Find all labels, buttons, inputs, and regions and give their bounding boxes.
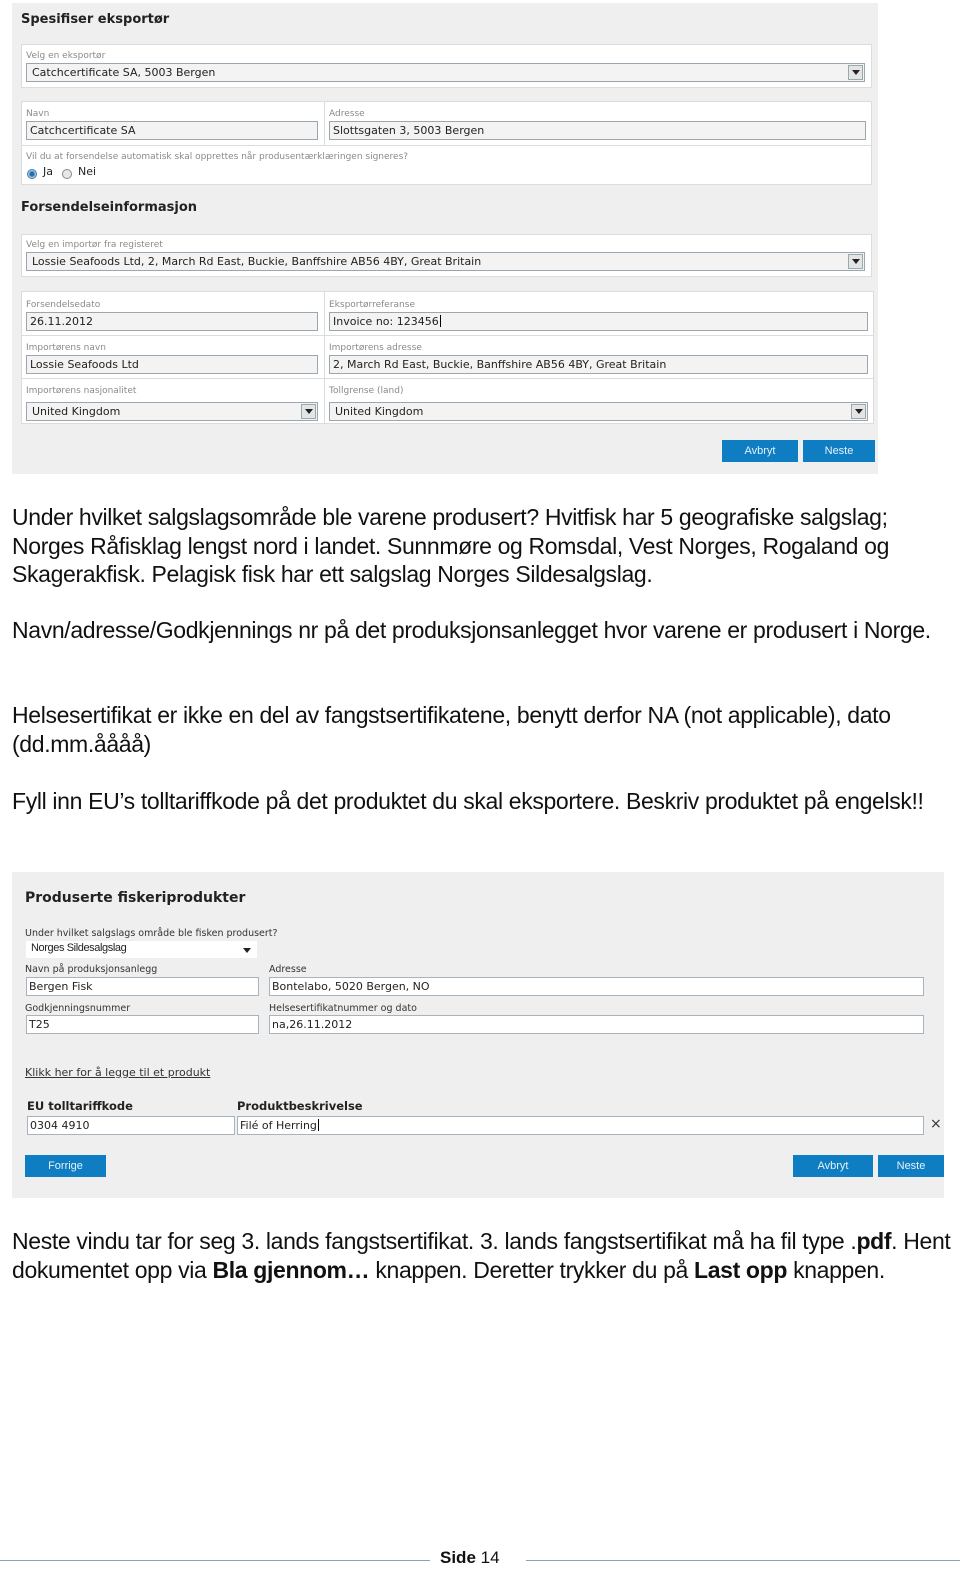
- importer-select-label: Velg en importør fra registeret: [26, 240, 163, 250]
- exporter-select-value: Catchcertificate SA, 5003 Bergen: [32, 66, 216, 79]
- exporter-select[interactable]: Catchcertificate SA, 5003 Bergen: [26, 63, 865, 82]
- radio-nei-label: Nei: [78, 165, 97, 178]
- chevron-down-icon[interactable]: [848, 65, 863, 80]
- sales-area-value: Norges Sildesalgslag: [31, 942, 127, 954]
- next-button[interactable]: Neste: [878, 1155, 944, 1177]
- shipment-details-panel: Forsendelsedato 26.11.2012 Eksportørrefe…: [21, 291, 874, 424]
- footer-rule-left: [0, 1560, 430, 1561]
- remove-product-icon[interactable]: ×: [930, 1116, 942, 1132]
- shipment-section-title: Forsendelseinformasjon: [21, 200, 198, 215]
- cancel-button[interactable]: Avbryt: [722, 440, 798, 462]
- customs-border-label: Tollgrense (land): [329, 386, 404, 396]
- instruction-paragraph-next-window: Neste vindu tar for seg 3. lands fangsts…: [12, 1227, 952, 1284]
- health-cert-label: Helsesertifikatnummer og dato: [269, 1003, 417, 1014]
- exporter-reference-label: Eksportørreferanse: [329, 300, 415, 310]
- cancel-button[interactable]: Avbryt: [793, 1155, 873, 1177]
- importer-nationality-value: United Kingdom: [32, 405, 121, 418]
- previous-button[interactable]: Forrige: [25, 1155, 106, 1177]
- shipment-date-label: Forsendelsedato: [26, 300, 101, 310]
- sales-area-label: Under hvilket salgslags område ble fiske…: [25, 928, 278, 939]
- importer-address-label: Importørens adresse: [329, 343, 422, 353]
- bold-text-browse: Bla gjennom…: [212, 1256, 370, 1283]
- importer-address-field[interactable]: 2, March Rd East, Buckie, Banffshire AB5…: [329, 355, 868, 374]
- exporter-details-panel: Navn Catchcertificate SA Adresse Slottsg…: [21, 101, 872, 185]
- chevron-down-icon[interactable]: [243, 948, 251, 953]
- text-run: Neste vindu tar for seg 3. lands fangsts…: [12, 1228, 857, 1254]
- row-divider: [22, 335, 873, 336]
- approval-number-field[interactable]: T25: [26, 1015, 259, 1034]
- page-number: Side 14: [440, 1548, 520, 1568]
- approval-number-label: Godkjenningsnummer: [25, 1003, 131, 1014]
- bold-text-upload: Last opp: [694, 1256, 788, 1283]
- sales-area-select[interactable]: Norges Sildesalgslag: [26, 941, 257, 958]
- radio-nei[interactable]: [62, 169, 72, 179]
- exporter-reference-value: Invoice no: 123456: [333, 315, 439, 328]
- importer-nationality-select[interactable]: United Kingdom: [26, 402, 318, 421]
- importer-name-label: Importørens navn: [26, 343, 106, 353]
- shipment-date-field[interactable]: 26.11.2012: [26, 312, 318, 331]
- exporter-name-field[interactable]: Catchcertificate SA: [26, 121, 318, 140]
- instruction-paragraph-sales-area: Under hvilket salgslagsområde ble varene…: [12, 504, 890, 587]
- text-run: knappen. Deretter trykker du på: [369, 1256, 694, 1283]
- exporter-address-field[interactable]: Slottsgaten 3, 5003 Bergen: [329, 121, 866, 140]
- exporter-name-label: Navn: [26, 109, 50, 119]
- tariff-code-field[interactable]: 0304 4910: [27, 1116, 235, 1135]
- customs-border-value: United Kingdom: [335, 405, 424, 418]
- row-divider: [22, 378, 873, 379]
- instruction-paragraph-plant: Navn/adresse/Godkjennings nr på det prod…: [12, 617, 931, 643]
- chevron-down-icon[interactable]: [301, 404, 316, 419]
- page-prefix: Side: [440, 1548, 476, 1567]
- importer-select[interactable]: Lossie Seafoods Ltd, 2, March Rd East, B…: [26, 252, 865, 271]
- exporter-form-screenshot: Spesifiser eksportør Velg en eksportør C…: [12, 3, 878, 474]
- column-divider: [324, 102, 325, 145]
- importer-name-field[interactable]: Lossie Seafoods Ltd: [26, 355, 318, 374]
- instruction-paragraph-health-cert: Helsesertifikat er ikke en del av fangst…: [12, 702, 891, 757]
- importer-nationality-label: Importørens nasjonalitet: [26, 386, 137, 396]
- text-cursor: [439, 315, 441, 327]
- exporter-select-label: Velg en eksportør: [26, 51, 106, 61]
- text-cursor: [317, 1119, 319, 1131]
- chevron-down-icon[interactable]: [851, 404, 866, 419]
- products-form-screenshot: Produserte fiskeriprodukter Under hvilke…: [12, 872, 944, 1198]
- next-button[interactable]: Neste: [803, 440, 875, 462]
- row-divider: [22, 145, 871, 146]
- auto-shipment-question: Vil du at forsendelse automatisk skal op…: [26, 152, 409, 162]
- add-product-link[interactable]: Klikk her for å legge til et produkt: [25, 1066, 210, 1079]
- health-cert-field[interactable]: na,26.11.2012: [269, 1015, 924, 1034]
- product-description-label: Produktbeskrivelse: [237, 1099, 363, 1113]
- importer-select-value: Lossie Seafoods Ltd, 2, March Rd East, B…: [32, 255, 482, 268]
- plant-address-label: Adresse: [269, 964, 307, 975]
- exporter-section-title: Spesifiser eksportør: [21, 12, 170, 27]
- plant-name-field[interactable]: Bergen Fisk: [26, 977, 259, 996]
- footer-rule-right: [526, 1560, 960, 1561]
- importer-select-panel: Velg en importør fra registeret Lossie S…: [21, 234, 872, 277]
- exporter-select-panel: Velg en eksportør Catchcertificate SA, 5…: [21, 44, 872, 88]
- plant-address-field[interactable]: Bontelabo, 5020 Bergen, NO: [269, 977, 924, 996]
- instruction-paragraph-tariff: Fyll inn EU’s tolltariffkode på det prod…: [12, 788, 924, 814]
- product-description-value: Filé of Herring: [240, 1119, 317, 1132]
- radio-ja-label: Ja: [43, 165, 53, 178]
- column-divider: [324, 292, 325, 424]
- text-run: knappen.: [787, 1256, 885, 1283]
- page-number-value: 14: [480, 1548, 500, 1567]
- products-section-title: Produserte fiskeriprodukter: [25, 890, 246, 906]
- chevron-down-icon[interactable]: [848, 254, 863, 269]
- radio-ja[interactable]: [27, 169, 37, 179]
- exporter-address-label: Adresse: [329, 109, 365, 119]
- bold-text-pdf: pdf: [856, 1228, 892, 1254]
- tariff-code-label: EU tolltariffkode: [27, 1099, 133, 1113]
- product-description-field[interactable]: Filé of Herring: [237, 1116, 924, 1135]
- customs-border-select[interactable]: United Kingdom: [329, 402, 868, 421]
- plant-name-label: Navn på produksjonsanlegg: [25, 964, 158, 975]
- exporter-reference-field[interactable]: Invoice no: 123456: [329, 312, 868, 331]
